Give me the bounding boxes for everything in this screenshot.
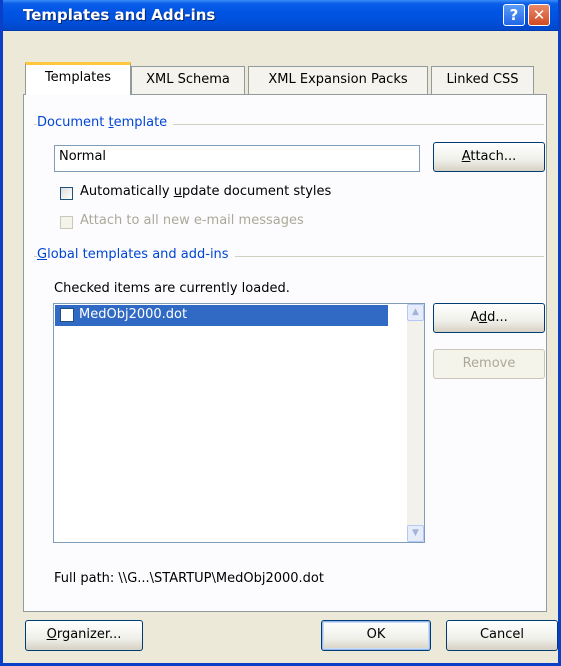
loaded-hint-label: Checked items are currently loaded. — [54, 281, 290, 296]
tab-linked-css[interactable]: Linked CSS — [431, 66, 534, 94]
list-item[interactable]: MedObj2000.dot — [55, 305, 388, 326]
help-button[interactable]: ? — [503, 4, 525, 26]
attach-button[interactable]: Attach... — [433, 142, 545, 172]
dialog-title: Templates and Add-ins — [23, 6, 216, 24]
scroll-down-icon[interactable]: ▼ — [407, 525, 424, 542]
add-button[interactable]: Add... — [433, 303, 545, 333]
tab-xml-schema[interactable]: XML Schema — [131, 66, 245, 94]
cancel-button[interactable]: Cancel — [446, 620, 558, 651]
tab-templates[interactable]: Templates — [25, 62, 131, 95]
remove-button[interactable]: Remove — [433, 349, 545, 379]
scroll-up-icon[interactable]: ▲ — [407, 304, 424, 321]
tab-xml-expansion-packs[interactable]: XML Expansion Packs — [248, 66, 428, 94]
list-item-label: MedObj2000.dot — [79, 307, 188, 322]
close-icon: ✕ — [532, 6, 546, 24]
auto-update-checkbox[interactable] — [60, 187, 73, 200]
global-templates-group-label: Global templates and add-ins — [37, 247, 235, 262]
dialog-window: Templates and Add-ins ? ✕ Templates XML … — [0, 0, 561, 666]
close-button[interactable]: ✕ — [528, 4, 550, 26]
attach-email-checkbox[interactable] — [60, 216, 73, 229]
help-icon: ? — [509, 6, 519, 24]
ok-button[interactable]: OK — [321, 620, 431, 651]
auto-update-label: Automatically update document styles — [80, 184, 332, 199]
organizer-button[interactable]: Organizer... — [25, 620, 143, 651]
attach-email-label: Attach to all new e-mail messages — [80, 213, 304, 228]
add-ins-listbox[interactable]: MedObj2000.dot ▲ ▼ — [53, 303, 425, 543]
listbox-scrollbar[interactable]: ▲ ▼ — [407, 304, 424, 542]
document-template-input[interactable]: Normal — [54, 145, 420, 172]
list-item-checkbox[interactable] — [60, 308, 74, 322]
document-template-group-label: Document template — [37, 115, 174, 130]
title-bar[interactable]: Templates and Add-ins ? ✕ — [3, 0, 558, 31]
full-path-label: Full path: \\G...\STARTUP\MedObj2000.dot — [54, 571, 324, 586]
